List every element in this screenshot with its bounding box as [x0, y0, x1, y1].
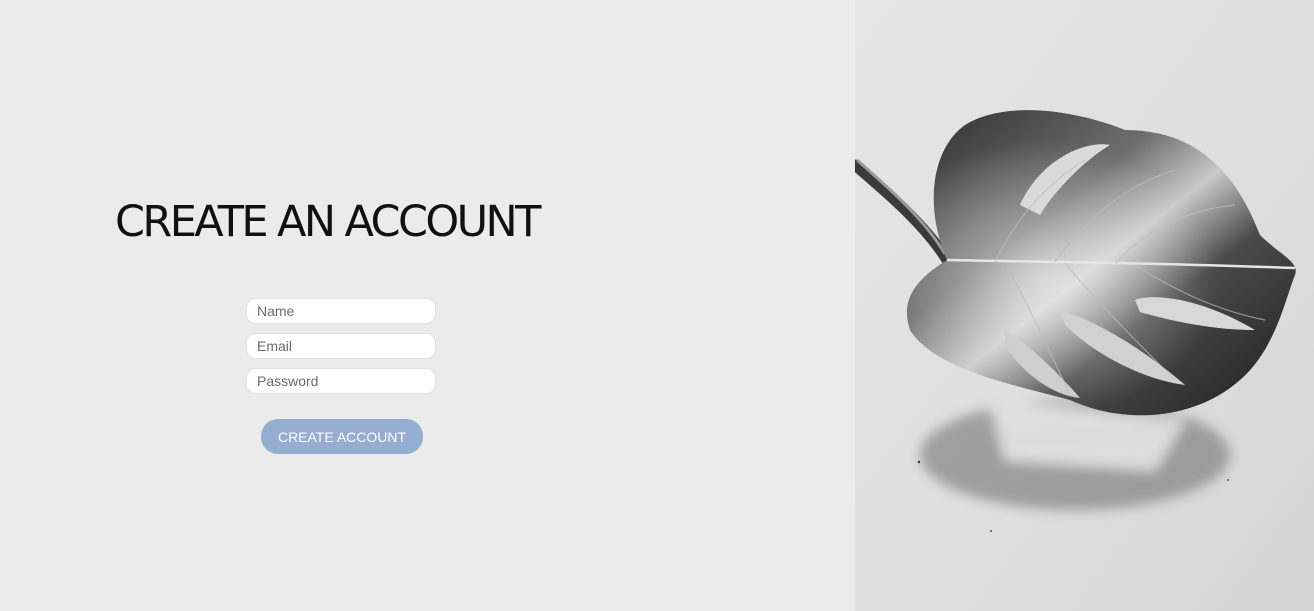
monstera-leaf-photo — [855, 0, 1314, 611]
form-panel: CREATE AN ACCOUNT CREATE ACCOUNT — [0, 0, 855, 611]
signup-page: CREATE AN ACCOUNT CREATE ACCOUNT — [0, 0, 1314, 611]
name-input[interactable] — [246, 298, 436, 324]
page-title: CREATE AN ACCOUNT — [115, 197, 541, 247]
signup-form: CREATE ACCOUNT — [246, 298, 437, 454]
email-input[interactable] — [246, 333, 436, 359]
password-input[interactable] — [246, 368, 436, 394]
create-account-button[interactable]: CREATE ACCOUNT — [261, 419, 423, 454]
monstera-leaf-icon — [855, 0, 1314, 611]
